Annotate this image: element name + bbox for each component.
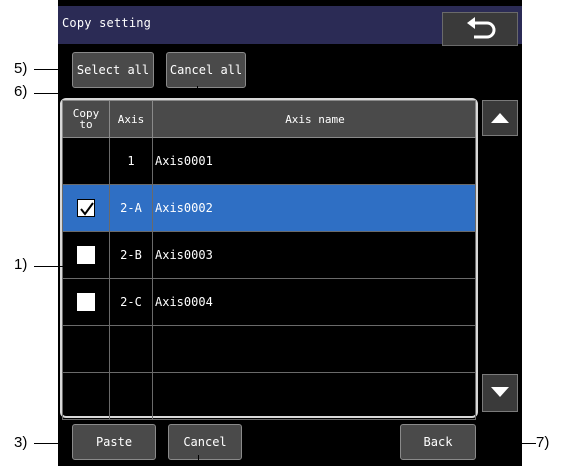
callout-7-line <box>476 443 536 444</box>
header-axis-name: Axis name <box>152 100 476 138</box>
return-arrow-icon <box>467 17 496 39</box>
table-row[interactable]: 2-A Axis0002 <box>62 184 476 232</box>
back-button[interactable]: Back <box>400 424 476 460</box>
page-title: Copy setting <box>62 16 152 30</box>
return-button[interactable] <box>442 12 518 46</box>
callout-6: 6) <box>14 83 28 100</box>
axis-name-cell: Axis0004 <box>152 278 476 326</box>
cancel-all-button[interactable]: Cancel all <box>166 52 246 88</box>
copy-checkbox[interactable] <box>77 246 95 264</box>
header-copy-to: Copy to <box>62 100 110 138</box>
copy-cell <box>62 231 110 279</box>
axis-cell <box>109 325 153 373</box>
copy-checkbox[interactable] <box>77 199 95 217</box>
scroll-up-button[interactable] <box>482 100 518 136</box>
title-bar: Copy setting <box>58 6 522 46</box>
scrollbar-track[interactable] <box>482 136 518 372</box>
axis-name-cell: Axis0003 <box>152 231 476 279</box>
checkmark-icon <box>80 202 94 216</box>
callout-6-line <box>34 93 197 94</box>
axis-cell: 2-C <box>109 278 153 326</box>
callout-1: 1) <box>14 256 28 273</box>
cancel-button[interactable]: Cancel <box>168 424 242 460</box>
callout-3: 3) <box>14 434 28 451</box>
axis-cell: 1 <box>109 137 153 185</box>
copy-cell <box>62 137 110 185</box>
table-row[interactable]: 2-B Axis0003 <box>62 231 476 279</box>
paste-button[interactable]: Paste <box>72 424 156 460</box>
copy-checkbox[interactable] <box>77 293 95 311</box>
copy-cell <box>62 372 110 420</box>
scroll-up-icon <box>491 113 509 123</box>
callout-7: 7) <box>536 434 550 451</box>
callout-5: 5) <box>14 60 28 77</box>
callout-1-line <box>34 266 74 267</box>
table-header-row: Copy to Axis Axis name <box>62 100 476 138</box>
header-axis: Axis <box>109 100 153 138</box>
axis-name-cell: Axis0001 <box>152 137 476 185</box>
axis-table-frame: Copy to Axis Axis name 1 Axis0001 2-A Ax… <box>60 98 478 420</box>
header-copy-line2: to <box>79 118 93 131</box>
callout-5-line <box>34 69 72 70</box>
axis-cell <box>109 372 153 420</box>
table-row[interactable] <box>62 325 476 373</box>
callout-6-tick <box>197 86 198 94</box>
callout-3-line <box>34 443 72 444</box>
axis-cell: 2-A <box>109 184 153 232</box>
copy-cell <box>62 325 110 373</box>
table-row[interactable]: 1 Axis0001 <box>62 137 476 185</box>
table-row[interactable] <box>62 372 476 420</box>
copy-cell <box>62 278 110 326</box>
copy-setting-screen: Copy setting Select all Cancel all Copy … <box>58 0 522 466</box>
scroll-down-icon <box>491 387 509 397</box>
axis-cell: 2-B <box>109 231 153 279</box>
axis-name-cell: Axis0002 <box>152 184 476 232</box>
cancel-tick <box>198 455 199 466</box>
select-all-button[interactable]: Select all <box>72 52 154 88</box>
copy-cell <box>62 184 110 232</box>
table-row[interactable]: 2-C Axis0004 <box>62 278 476 326</box>
scroll-down-button[interactable] <box>482 374 518 412</box>
axis-table: Copy to Axis Axis name 1 Axis0001 2-A Ax… <box>62 100 476 420</box>
axis-name-cell <box>152 372 476 420</box>
axis-name-cell <box>152 325 476 373</box>
